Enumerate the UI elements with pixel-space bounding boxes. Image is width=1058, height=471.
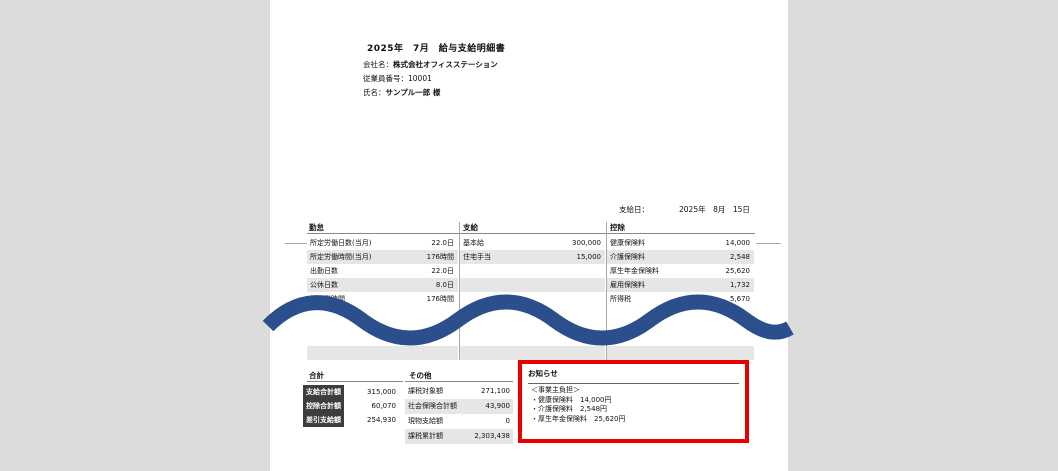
row-label: 所定労働時間(当月) <box>310 253 372 261</box>
issued-date: 2025年 8月 15日 <box>679 205 750 214</box>
employee-name: サンプル一郎 様 <box>385 88 441 97</box>
deduction-title: 控除 <box>610 223 625 232</box>
issued-label: 支給日： <box>619 205 649 214</box>
notice-line: ＜事業主負担＞ <box>531 386 580 394</box>
notice-box: お知らせ ＜事業主負担＞ ・健康保険料 14,000円 ・介護保険料 2,548… <box>518 360 749 443</box>
row-value: 254,930 <box>344 413 399 427</box>
company-label: 会社名： <box>363 60 393 69</box>
row-label: 支給合計額 <box>303 385 344 399</box>
employee-no-line: 従業員番号：10001 <box>363 73 432 84</box>
deduction-row: 健康保険料 14,000 <box>607 236 754 250</box>
name-label: 氏名： <box>363 88 386 97</box>
row-label: 課税対象額 <box>408 387 443 395</box>
attendance-row: 所定労働時間(当月) 176時間 <box>307 250 458 264</box>
row-label: 課税累計額 <box>408 432 443 440</box>
rule-right <box>756 243 781 244</box>
attendance-row: 所定労働日数(当月) 22.0日 <box>307 236 458 250</box>
other-row: 課税累計額 2,303,438 <box>405 429 513 444</box>
row-value: 22.0日 <box>431 267 454 275</box>
notice-title: お知らせ <box>528 369 558 378</box>
attendance-title: 勤怠 <box>309 223 324 232</box>
totals-title: 合計 <box>309 371 324 380</box>
row-value: 300,000 <box>572 239 601 247</box>
omission-wave <box>262 294 794 346</box>
row-label: 差引支給額 <box>303 413 344 427</box>
other-row: 現物支給額 0 <box>405 414 513 429</box>
company-name: 株式会社オフィスステーション <box>393 60 498 69</box>
row-value: 2,548 <box>729 253 750 261</box>
notice-body: ＜事業主負担＞ ・健康保険料 14,000円 ・介護保険料 2,548円 ・厚生… <box>531 386 626 424</box>
row-value: 14,000 <box>725 239 751 247</box>
rule-left <box>285 243 307 244</box>
wave-path <box>262 294 794 346</box>
row-label: 出勤日数 <box>310 267 338 275</box>
totals-rule <box>307 381 403 382</box>
notice-rule <box>528 383 739 384</box>
payment-row: 基本給 300,000 <box>460 236 605 250</box>
totals-row: 差引支給額 254,930 <box>303 413 399 427</box>
notice-line: ・介護保険料 2,548円 <box>531 405 608 413</box>
employee-name-line: 氏名：サンプル一郎 様 <box>363 87 440 98</box>
document-title: 2025年 7月 給与支給明細書 <box>367 44 506 54</box>
row-value: 271,100 <box>481 387 510 395</box>
row-label: 控除合計額 <box>303 399 344 413</box>
row-label: 住宅手当 <box>463 253 491 261</box>
row-value: 315,000 <box>344 385 399 399</box>
attendance-row: 出勤日数 22.0日 <box>307 264 458 278</box>
employee-no: 10001 <box>408 74 432 83</box>
other-title: その他 <box>409 371 432 380</box>
section-header-rule <box>307 233 755 234</box>
other-row: 社会保険合計額 43,900 <box>405 399 513 414</box>
row-label: 所定労働日数(当月) <box>310 239 372 247</box>
other-row: 課税対象額 271,100 <box>405 384 513 399</box>
totals-row: 控除合計額 60,070 <box>303 399 399 413</box>
payment-title: 支給 <box>463 223 478 232</box>
row-label: 健康保険料 <box>610 239 645 247</box>
payment-row: 住宅手当 15,000 <box>460 250 605 264</box>
notice-line: ・健康保険料 14,000円 <box>531 395 612 404</box>
other-rule <box>405 381 513 382</box>
row-value: 43,900 <box>485 402 511 410</box>
row-value: 25,620 <box>725 267 751 275</box>
row-value: 176時間 <box>426 253 454 261</box>
row-value: 2,303,438 <box>474 432 510 440</box>
employee-no-label: 従業員番号： <box>363 74 408 83</box>
company-line: 会社名：株式会社オフィスステーション <box>363 59 498 70</box>
row-value: 22.0日 <box>431 239 454 247</box>
row-label: 現物支給額 <box>408 417 443 425</box>
totals-row: 支給合計額 315,000 <box>303 385 399 399</box>
deduction-row: 介護保険料 2,548 <box>607 250 754 264</box>
row-value: 15,000 <box>576 253 602 261</box>
notice-line: ・厚生年金保険料 25,620円 <box>531 414 626 423</box>
row-label: 厚生年金保険料 <box>610 267 659 275</box>
row-label: 基本給 <box>463 239 484 247</box>
row-value: 0 <box>505 417 510 425</box>
deduction-row: 厚生年金保険料 25,620 <box>607 264 754 278</box>
row-label: 介護保険料 <box>610 253 645 261</box>
row-value: 60,070 <box>344 399 399 413</box>
row-label: 社会保険合計額 <box>408 402 457 410</box>
